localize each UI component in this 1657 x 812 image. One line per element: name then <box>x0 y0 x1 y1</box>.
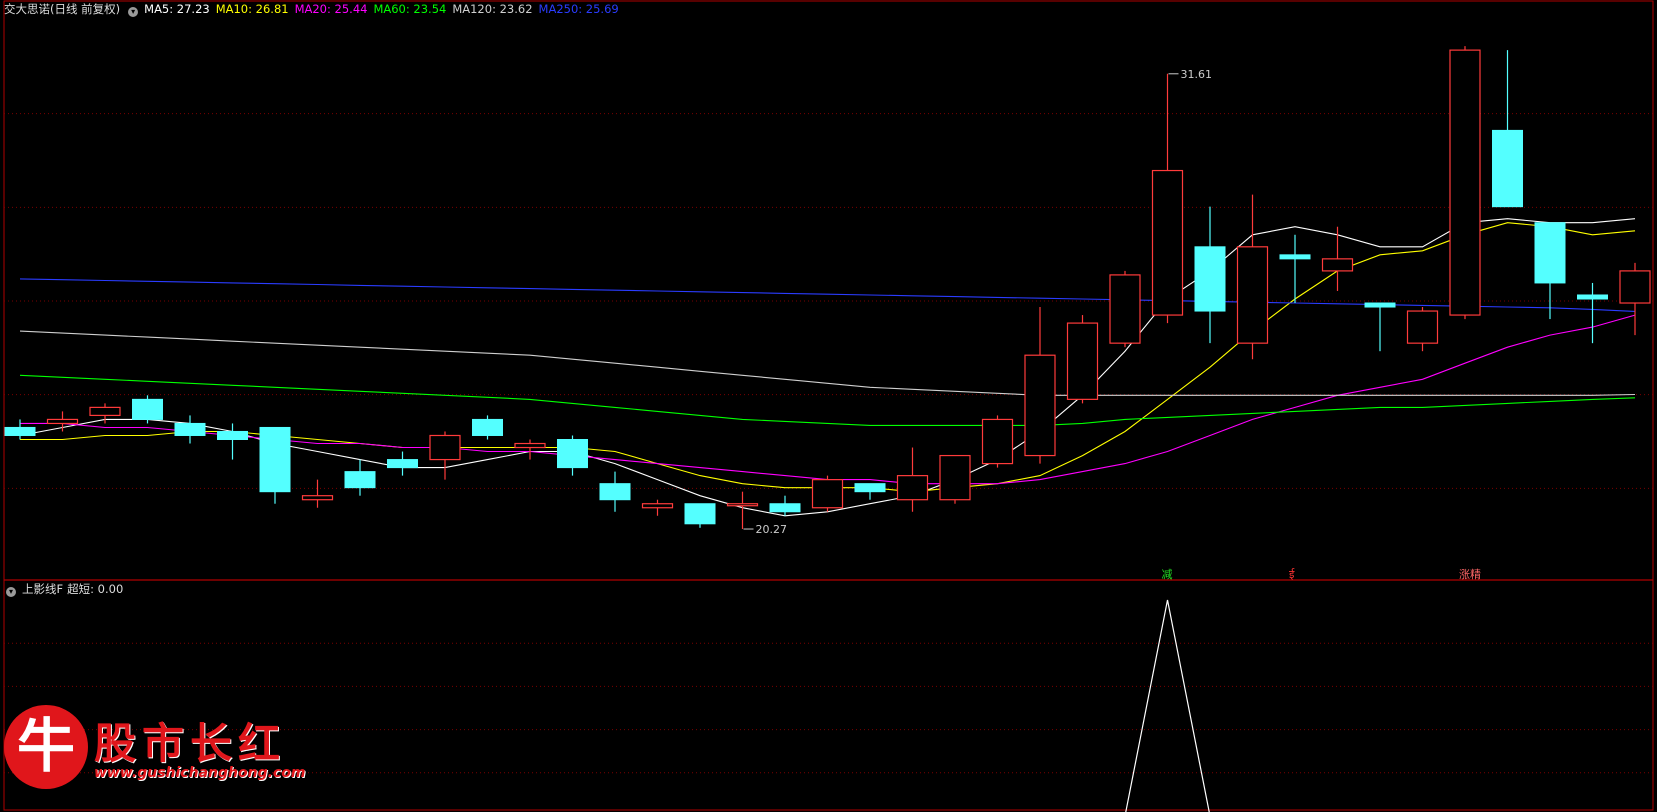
bull-logo-icon: 牛 <box>4 705 88 789</box>
candle-body <box>1449 49 1481 316</box>
ma-line-ma120 <box>19 330 1636 396</box>
ma-legend-item: MA20: 25.44 <box>294 2 368 16</box>
candle-body <box>1279 254 1311 260</box>
sub-indicator-name: 上影线F <box>22 582 64 596</box>
watermark-logo: 牛 股市长红 www.gushichanghong.com <box>4 705 306 795</box>
price-annotation: 31.61 <box>1181 68 1213 81</box>
candle-body <box>1492 129 1523 208</box>
candle-body <box>1534 222 1566 284</box>
candle-body <box>217 430 248 441</box>
candle-body <box>46 418 79 425</box>
candle-body <box>641 503 674 509</box>
candle-body <box>301 495 334 501</box>
ma-legend-item: MA120: 23.62 <box>452 2 533 16</box>
candle-body <box>4 426 36 436</box>
candle-body <box>896 475 929 501</box>
candle-body <box>557 439 588 469</box>
signal-label: 涨精 <box>1459 568 1481 581</box>
candle-body <box>684 503 716 525</box>
candle-body <box>174 422 206 436</box>
sub-chart-header: ▾ 上影线F 超短: 0.00 <box>4 582 129 597</box>
ma-legend-item: MA5: 27.23 <box>144 2 210 16</box>
candle-body <box>259 426 291 493</box>
watermark-name: 股市长红 <box>94 719 287 768</box>
candle-body <box>1577 294 1608 300</box>
candle-body <box>811 479 844 509</box>
candle-body <box>429 434 461 461</box>
signal-label: ई <box>1289 568 1295 581</box>
candle-body <box>1321 258 1354 272</box>
candle-body <box>854 483 886 493</box>
candle-body <box>344 471 376 489</box>
signal-label: 减 <box>1162 568 1173 581</box>
candle-body <box>599 483 631 501</box>
sub-indicator-value: 超短: 0.00 <box>67 582 124 596</box>
candle-body <box>981 418 1014 465</box>
candle-body <box>132 398 163 420</box>
stock-chart[interactable]: 31.61 20.27 减 ई 涨精 <box>0 0 1657 812</box>
candle-body <box>472 418 503 436</box>
candle-body <box>1364 302 1396 308</box>
candle-body <box>1236 246 1269 344</box>
ma-legend-item: MA250: 25.69 <box>538 2 619 16</box>
candle-body <box>1194 246 1226 312</box>
candle-body <box>769 503 801 513</box>
candle-body <box>1024 354 1056 457</box>
indicator-toggle-icon[interactable]: ▾ <box>128 7 139 17</box>
candle-body <box>1109 274 1141 344</box>
candle-body <box>89 406 121 417</box>
ma-legend-item: MA10: 26.81 <box>215 2 289 16</box>
candle-body <box>1066 322 1099 400</box>
watermark-url: www.gushichanghong.com <box>94 765 306 781</box>
main-chart-header: 交大思诺(日线 前复权) ▾ MA5: 27.23 MA10: 26.81 MA20: … <box>4 2 631 17</box>
candle-body <box>387 459 418 469</box>
price-annotation: 20.27 <box>756 523 788 536</box>
candle-body <box>1619 270 1651 304</box>
chart-title: 交大思诺(日线 前复权) <box>4 2 121 16</box>
candle-body <box>726 503 759 507</box>
ma-legend-item: MA60: 23.54 <box>373 2 447 16</box>
ma-legend: MA5: 27.23 MA10: 26.81 MA20: 25.44 MA60: 23… <box>144 2 625 16</box>
sub-indicator-toggle-icon[interactable]: ▾ <box>6 587 16 597</box>
candle-body <box>514 442 546 449</box>
candle-body <box>1151 169 1184 316</box>
chart-border <box>3 0 1654 811</box>
candle-body <box>1406 310 1439 344</box>
candle-body <box>939 454 971 501</box>
